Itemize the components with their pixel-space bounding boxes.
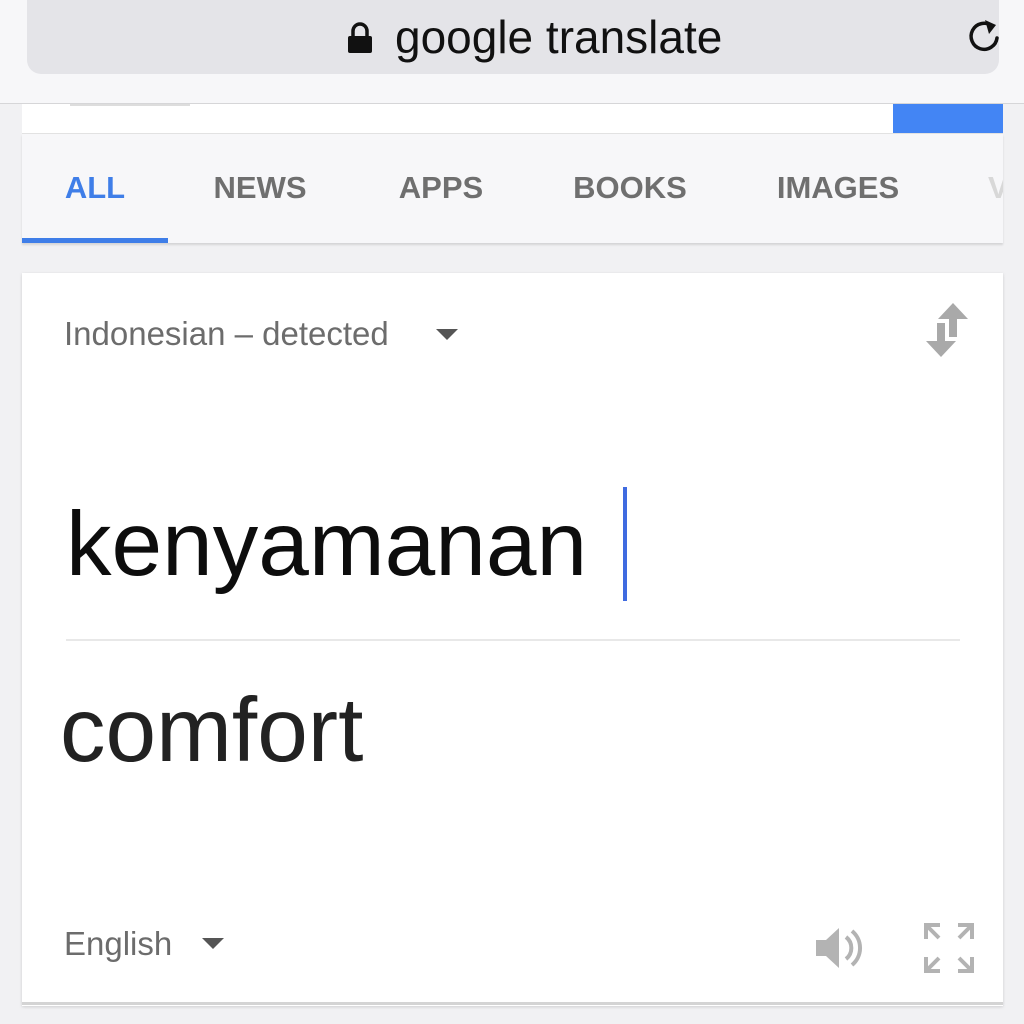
swap-languages-icon[interactable] [924,303,970,357]
tab-label: ALL [64,170,126,205]
tab-videos-partial[interactable]: V [988,134,1003,243]
tab-news[interactable]: NEWS [182,134,338,243]
tab-books[interactable]: BOOKS [548,134,712,243]
tab-label: IMAGES [776,170,900,205]
tab-label: NEWS [213,170,307,205]
tab-all[interactable]: ALL [22,134,168,243]
lock-icon [348,22,372,53]
tab-label: V [988,170,1003,205]
target-language-label[interactable]: English [64,925,172,963]
source-language-label[interactable]: Indonesian – detected [64,315,389,353]
target-language-dropdown-icon[interactable] [202,938,224,949]
source-text-input[interactable]: kenyamanan [66,495,587,595]
active-tab-indicator [22,238,168,243]
reload-icon[interactable] [963,14,1007,58]
browser-bar: google translate [0,0,1024,104]
search-partial-text [70,104,190,106]
url-text[interactable]: google translate [395,10,722,64]
translation-output: comfort [60,680,364,781]
search-tabs: ALL NEWS APPS BOOKS IMAGES V [22,134,1003,243]
text-cursor [623,487,627,601]
speaker-icon[interactable] [812,923,866,973]
divider [66,639,960,641]
fullscreen-icon[interactable] [922,921,976,975]
translate-card: Indonesian – detected kenyamanan comfort… [22,273,1003,1006]
tab-images[interactable]: IMAGES [754,134,922,243]
search-strip[interactable] [22,104,1003,134]
address-bar[interactable]: google translate [27,0,999,74]
tab-label: BOOKS [573,170,687,205]
tab-label: APPS [398,170,484,205]
bottom-edge [22,1002,1003,1005]
source-language-dropdown-icon[interactable] [436,329,458,340]
search-button[interactable] [893,104,1003,133]
tab-apps[interactable]: APPS [368,134,514,243]
